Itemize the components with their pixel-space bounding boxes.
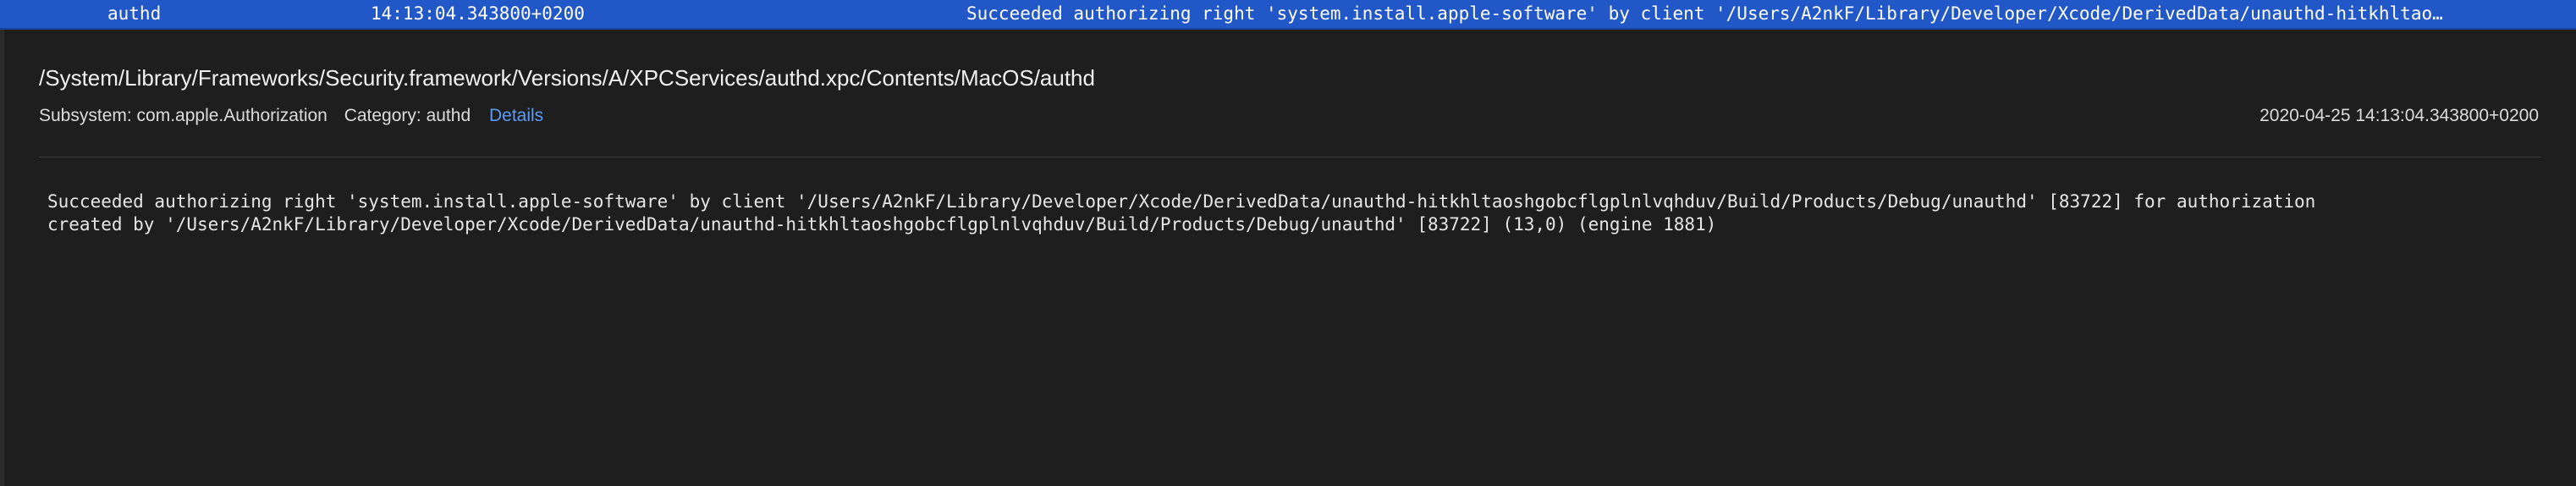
details-link[interactable]: Details bbox=[489, 106, 543, 125]
log-entry-message: Succeeded authorizing right 'system.inst… bbox=[966, 3, 2443, 24]
log-entry-time: 14:13:04.343800+0200 bbox=[371, 3, 585, 24]
process-path: /System/Library/Frameworks/Security.fram… bbox=[39, 65, 1095, 91]
log-entry-row-selected[interactable]: authd 14:13:04.343800+0200 Succeeded aut… bbox=[0, 0, 2576, 30]
log-message-body[interactable]: Succeeded authorizing right 'system.inst… bbox=[47, 191, 2544, 236]
message-line: created by '/Users/A2nkF/Library/Develop… bbox=[47, 214, 1717, 235]
log-entry-process: authd bbox=[107, 3, 162, 24]
subsystem-label: Subsystem: com.apple.Authorization bbox=[39, 106, 328, 125]
log-metadata: Subsystem: com.apple.Authorization Categ… bbox=[39, 106, 555, 126]
log-timestamp: 2020-04-25 14:13:04.343800+0200 bbox=[2260, 106, 2539, 125]
log-detail-pane[interactable]: /System/Library/Frameworks/Security.fram… bbox=[4, 30, 2576, 486]
message-line: Succeeded authorizing right 'system.inst… bbox=[47, 191, 2316, 212]
category-label: Category: authd bbox=[344, 106, 471, 125]
